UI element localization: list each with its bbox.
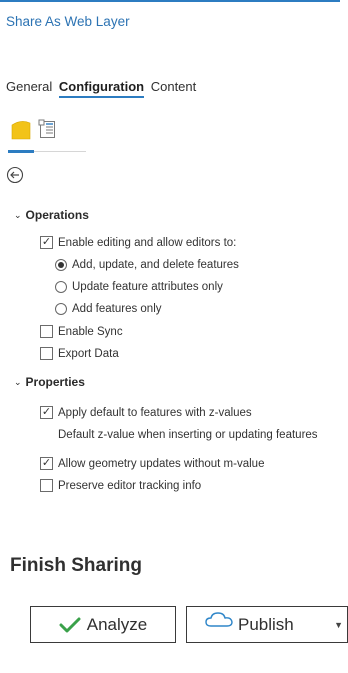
share-pane: Share As Web Layer General Configuration… <box>0 0 340 520</box>
enable-editing-option[interactable]: ✓ Enable editing and allow editors to: <box>40 236 236 249</box>
feature-layer-icon[interactable] <box>11 118 31 142</box>
allow-geometry-option[interactable]: ✓ Allow geometry updates without m-value <box>40 457 264 470</box>
enable-sync-label: Enable Sync <box>58 325 123 338</box>
default-z-description: Default z-value when inserting or updati… <box>58 429 318 441</box>
dropdown-arrow-icon[interactable]: ▼ <box>334 620 343 630</box>
add-update-delete-radio[interactable] <box>55 259 67 271</box>
operations-heading: Operations <box>25 208 89 222</box>
properties-heading: Properties <box>25 375 85 389</box>
subtab-active-indicator <box>8 150 34 153</box>
add-features-only-label: Add features only <box>72 303 162 315</box>
export-data-option[interactable]: Export Data <box>40 347 119 360</box>
tab-general[interactable]: General <box>6 79 52 94</box>
pane-title: Share As Web Layer <box>6 14 130 29</box>
checkmark-icon <box>59 616 81 634</box>
allow-geometry-label: Allow geometry updates without m-value <box>58 457 265 470</box>
preserve-tracking-option[interactable]: Preserve editor tracking info <box>40 479 201 492</box>
export-data-checkbox[interactable] <box>40 347 53 360</box>
add-update-delete-label: Add, update, and delete features <box>72 259 239 271</box>
enable-sync-checkbox[interactable] <box>40 325 53 338</box>
add-features-only-option[interactable]: Add features only <box>55 303 162 315</box>
properties-section-toggle[interactable]: ⌄ Properties <box>14 375 85 389</box>
back-arrow-icon[interactable] <box>6 166 24 184</box>
tab-content[interactable]: Content <box>151 79 197 94</box>
apply-default-z-option[interactable]: ✓ Apply default to features with z-value… <box>40 406 252 419</box>
radio-selected-dot <box>58 262 64 268</box>
cloud-icon <box>205 611 233 628</box>
preserve-tracking-label: Preserve editor tracking info <box>58 479 202 492</box>
enable-editing-label: Enable editing and allow editors to: <box>58 236 237 249</box>
update-attributes-option[interactable]: Update feature attributes only <box>55 281 223 293</box>
apply-default-z-checkbox[interactable]: ✓ <box>40 406 53 419</box>
chevron-down-icon: ⌄ <box>14 210 22 220</box>
analyze-button[interactable]: Analyze <box>30 606 176 643</box>
tab-configuration[interactable]: Configuration <box>58 79 145 98</box>
finish-sharing-title: Finish Sharing <box>10 555 142 576</box>
operations-section-toggle[interactable]: ⌄ Operations <box>14 208 89 222</box>
add-update-delete-option[interactable]: Add, update, and delete features <box>55 259 239 271</box>
publish-button[interactable]: Publish ▼ <box>186 606 348 643</box>
configuration-subtabs <box>8 114 88 153</box>
analyze-label: Analyze <box>86 614 148 634</box>
add-features-only-radio[interactable] <box>55 303 67 315</box>
export-data-label: Export Data <box>58 347 119 360</box>
enable-editing-checkbox[interactable]: ✓ <box>40 236 53 249</box>
tab-bar: General Configuration Content <box>6 79 199 98</box>
enable-sync-option[interactable]: Enable Sync <box>40 325 123 338</box>
pane-top-border <box>0 0 340 2</box>
apply-default-z-label: Apply default to features with z-values <box>58 406 252 419</box>
allow-geometry-checkbox[interactable]: ✓ <box>40 457 53 470</box>
update-attributes-label: Update feature attributes only <box>72 281 223 293</box>
publish-label: Publish <box>238 614 294 634</box>
update-attributes-radio[interactable] <box>55 281 67 293</box>
chevron-down-icon: ⌄ <box>14 377 22 387</box>
properties-list-icon[interactable] <box>38 118 58 142</box>
default-z-text: Default z-value when inserting or updati… <box>58 429 318 441</box>
preserve-tracking-checkbox[interactable] <box>40 479 53 492</box>
